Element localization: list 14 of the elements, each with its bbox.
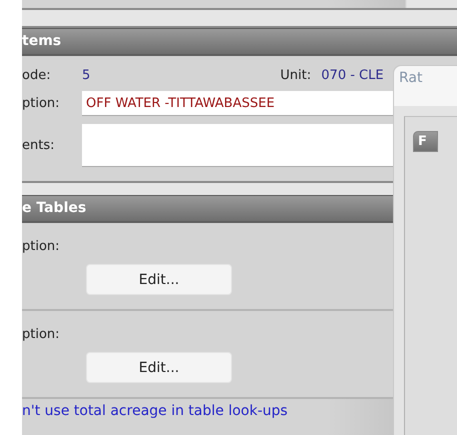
code-value: 5 xyxy=(82,68,90,83)
comments-label: ents: xyxy=(22,138,56,153)
group-label: F xyxy=(413,131,438,152)
edit-button[interactable]: Edit... xyxy=(86,264,232,295)
unit-label: Unit: xyxy=(280,68,312,83)
description-label: ption: xyxy=(22,96,61,111)
description-label: ption: xyxy=(22,239,61,254)
section-title: tems xyxy=(22,32,62,51)
dialog-title: Rat xyxy=(394,66,457,106)
description-label: ption: xyxy=(22,327,61,342)
edit-button[interactable]: Edit... xyxy=(86,352,232,383)
code-label: ode: xyxy=(22,68,52,83)
section-title: e Tables xyxy=(22,199,88,218)
unit-value: 070 - CLE xyxy=(321,68,384,83)
